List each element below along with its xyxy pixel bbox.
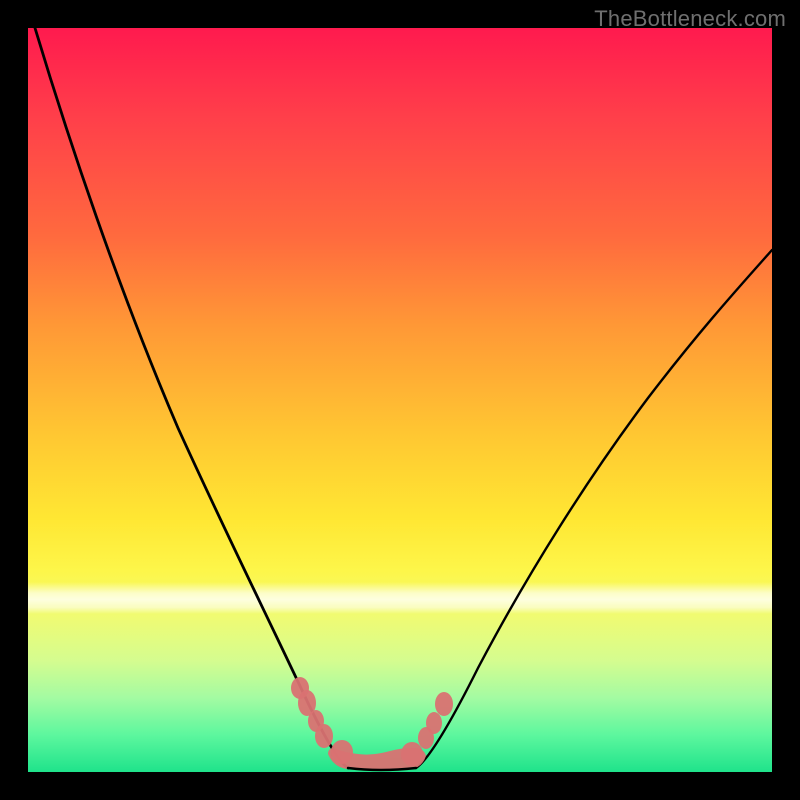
watermark-text: TheBottleneck.com	[594, 6, 786, 32]
plot-area	[28, 28, 772, 772]
curve-layer	[28, 28, 772, 772]
left-curve	[35, 28, 348, 768]
valley-lobe	[328, 740, 426, 769]
marker-cluster-right	[418, 692, 453, 749]
chart-frame: TheBottleneck.com	[0, 0, 800, 800]
right-curve	[416, 250, 772, 768]
marker-cluster-left	[291, 677, 333, 748]
